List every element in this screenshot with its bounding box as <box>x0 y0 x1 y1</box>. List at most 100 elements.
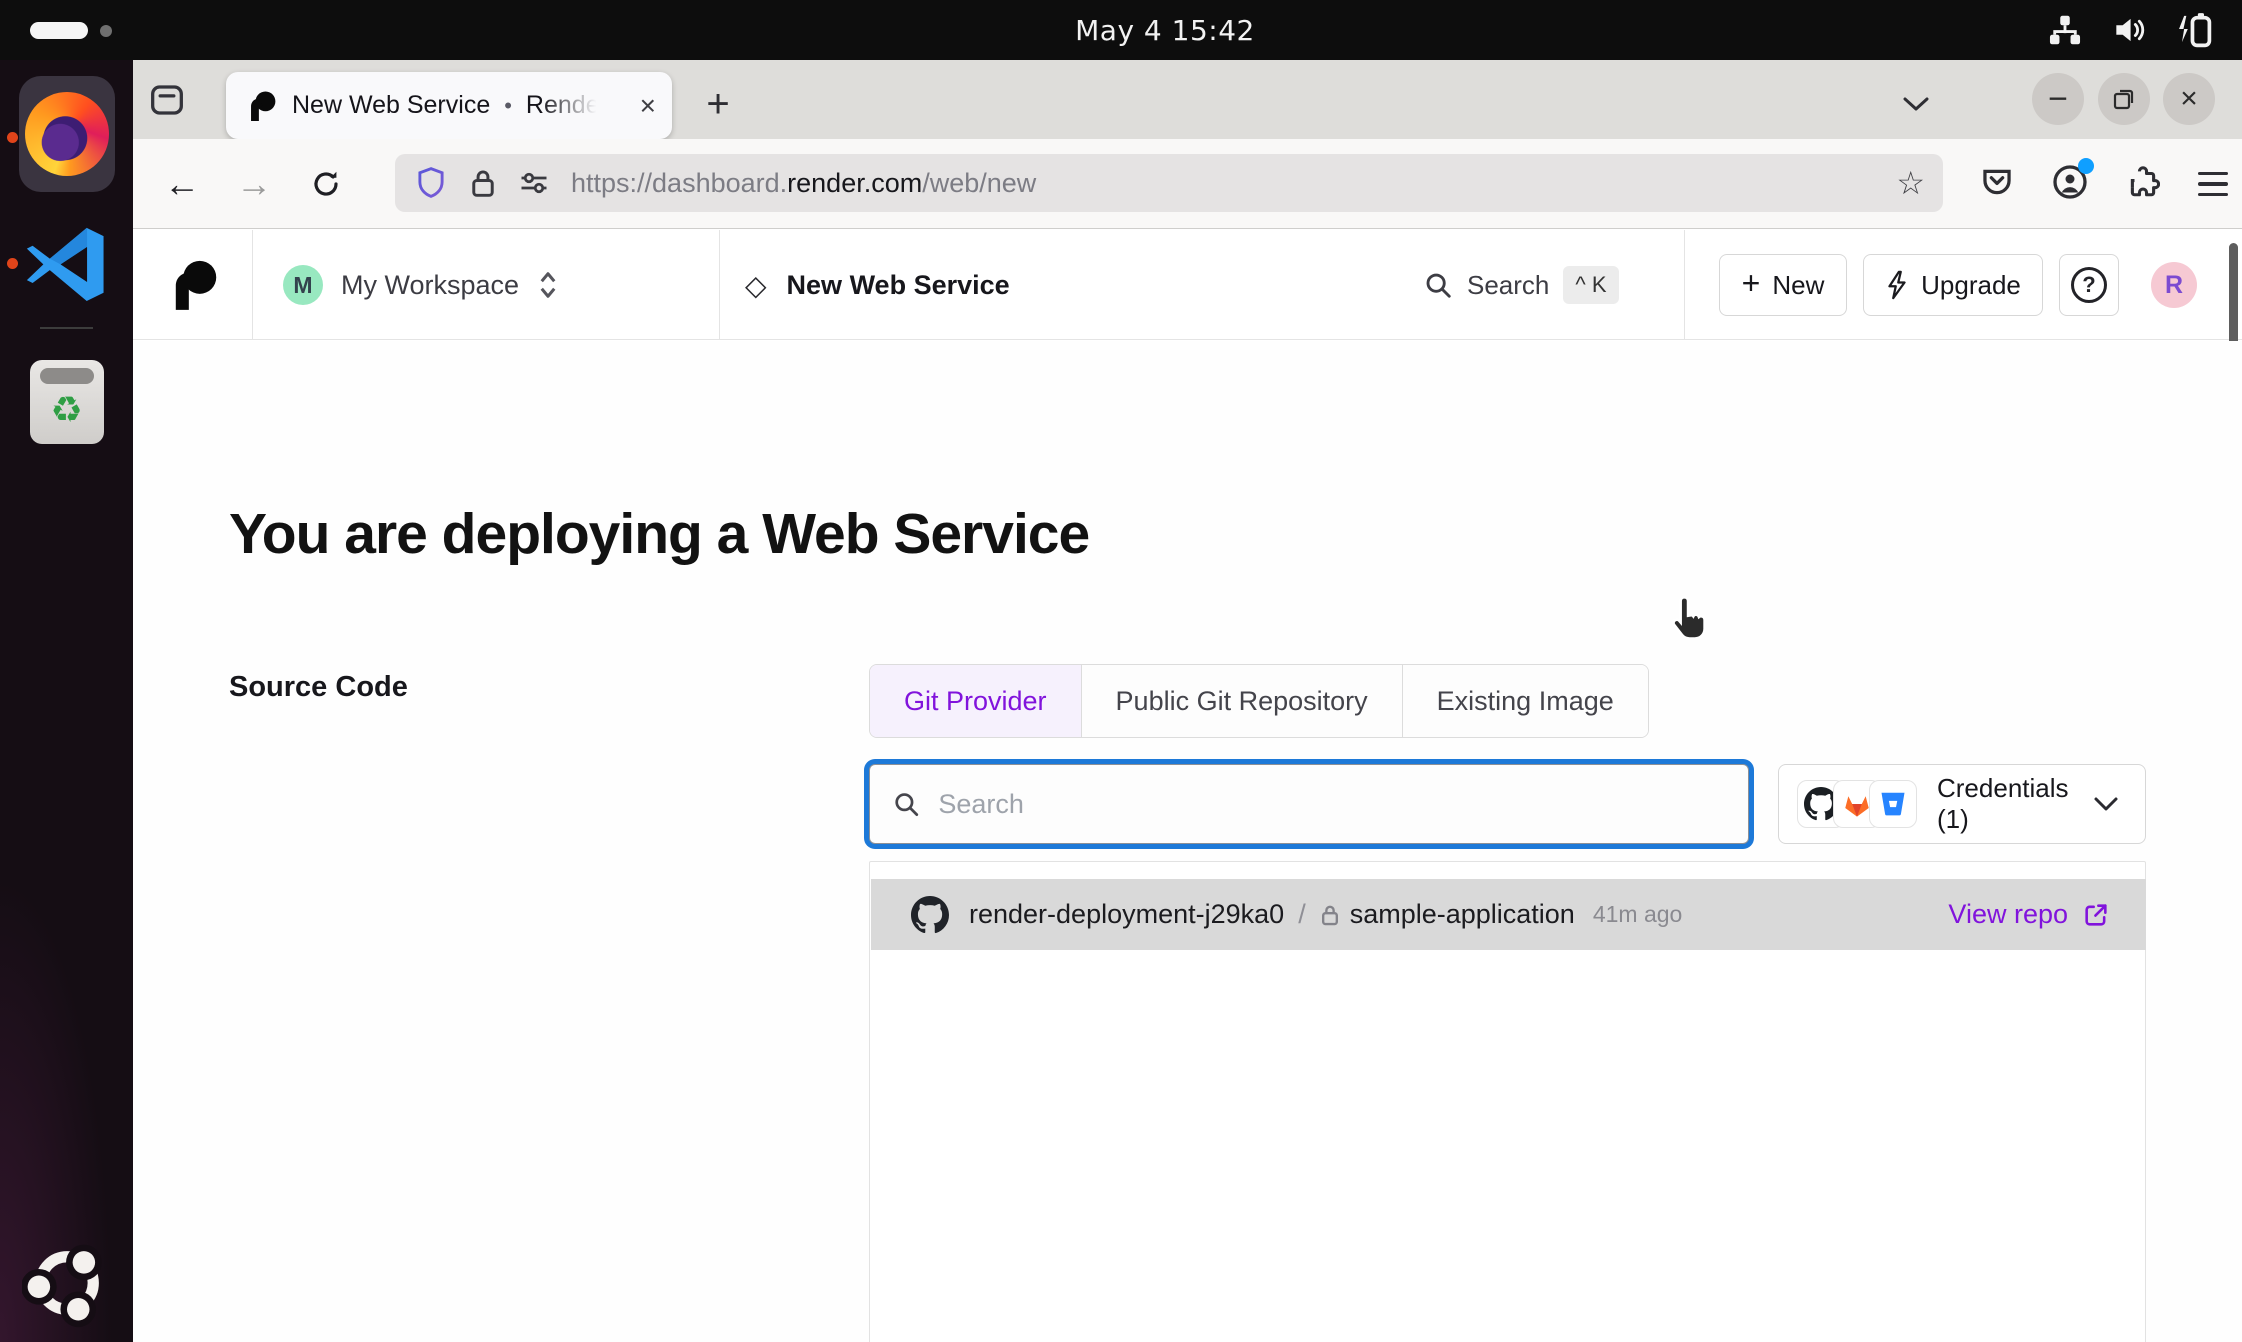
lock-icon[interactable] <box>469 167 497 199</box>
repo-list-panel: render-deployment-j29ka0 / sample-applic… <box>869 861 2146 1342</box>
search-label: Search <box>1467 270 1549 301</box>
render-favicon <box>248 91 276 121</box>
dock-item-firefox[interactable] <box>0 74 133 194</box>
user-avatar[interactable]: R <box>2151 262 2197 308</box>
search-shortcut-badge: ^ K <box>1563 266 1618 304</box>
firefox-view-button[interactable] <box>141 78 193 122</box>
firefox-icon <box>25 92 109 176</box>
question-icon: ? <box>2071 267 2107 303</box>
list-all-tabs-button[interactable] <box>1889 82 1943 126</box>
new-tab-button[interactable]: + <box>693 80 743 128</box>
url-domain: render.com <box>787 168 922 198</box>
vscode-icon <box>24 225 110 311</box>
account-notification-dot <box>2078 158 2094 174</box>
repo-owner: render-deployment-j29ka0 <box>969 899 1284 930</box>
reload-button[interactable] <box>299 157 353 211</box>
dock: ♻ <box>0 60 133 1342</box>
window-restore-button[interactable] <box>2098 73 2150 125</box>
url-path: /web/new <box>922 168 1036 198</box>
workspace-indicator-dot[interactable] <box>100 25 112 37</box>
repo-search-input[interactable] <box>938 789 1726 820</box>
permissions-icon[interactable] <box>519 170 549 196</box>
source-tabs: Git Provider Public Git Repository Exist… <box>869 664 1649 738</box>
screen: May 4 15:42 <box>0 0 2242 1342</box>
credentials-label: Credentials (1) <box>1937 773 2093 835</box>
menu-icon[interactable] <box>2198 172 2228 197</box>
external-link-icon <box>2082 901 2110 929</box>
breadcrumb: ◇ New Web Service <box>745 254 1010 316</box>
volume-icon[interactable] <box>2110 11 2148 49</box>
extensions-icon[interactable] <box>2126 165 2160 204</box>
chevron-down-icon <box>2093 796 2119 812</box>
repo-name: sample-application <box>1350 899 1575 930</box>
vscode-running-dot <box>7 258 18 269</box>
nav-right-icons <box>1980 157 2228 211</box>
window-close-button[interactable]: × <box>2163 73 2215 125</box>
dock-item-vscode[interactable] <box>0 218 133 318</box>
network-icon[interactable] <box>2046 11 2084 49</box>
trash-lid <box>40 368 94 384</box>
repo-row[interactable]: render-deployment-j29ka0 / sample-applic… <box>871 879 2146 950</box>
workspace-name: My Workspace <box>341 270 519 301</box>
new-button[interactable]: + New <box>1719 254 1847 316</box>
browser-tab-active[interactable]: New Web Service • Render × <box>226 72 672 139</box>
private-repo-lock-icon <box>1320 903 1340 927</box>
tab-existing-image[interactable]: Existing Image <box>1403 665 1648 737</box>
repo-search-field[interactable] <box>869 764 1749 844</box>
activities-indicator[interactable] <box>30 22 88 39</box>
page-heading: You are deploying a Web Service <box>229 501 1089 567</box>
back-button[interactable]: ← <box>155 157 209 211</box>
bookmark-star-icon[interactable]: ☆ <box>1896 164 1925 202</box>
credentials-dropdown[interactable]: Credentials (1) <box>1778 764 2146 844</box>
header-divider <box>1684 230 1685 340</box>
tab-close-button[interactable]: × <box>640 92 656 120</box>
tab-title: New Web Service • Render <box>292 91 636 120</box>
forward-button[interactable]: → <box>227 157 281 211</box>
dock-separator <box>40 327 93 329</box>
repo-separator: / <box>1298 899 1306 930</box>
system-clock[interactable]: May 4 15:42 <box>1020 0 1310 60</box>
firefox-active-highlight <box>19 76 115 192</box>
dock-item-trash[interactable]: ♻ <box>0 352 133 452</box>
page-content: You are deploying a Web Service Source C… <box>133 341 2242 1342</box>
window-minimize-button[interactable]: − <box>2032 73 2084 125</box>
help-button[interactable]: ? <box>2059 254 2119 316</box>
dock-item-show-apps[interactable] <box>0 1228 133 1338</box>
tab-git-provider[interactable]: Git Provider <box>870 665 1082 737</box>
bitbucket-icon <box>1869 780 1917 828</box>
firefox-running-dot <box>7 132 18 143</box>
repo-updated-time: 41m ago <box>1593 901 1949 928</box>
tab-title-suffix: Render <box>526 91 600 120</box>
trash-icon: ♻ <box>30 360 104 444</box>
pocket-icon[interactable] <box>1980 165 2014 204</box>
cursor-pointer <box>1665 593 1713 645</box>
ubuntu-logo-icon <box>22 1238 112 1328</box>
lightning-icon <box>1885 270 1909 300</box>
page-title: New Web Service <box>787 270 1010 301</box>
navigation-bar: ← → https://dashboard.render.com/web/new… <box>133 139 2242 229</box>
diamond-icon: ◇ <box>745 269 767 302</box>
plus-icon: + <box>1742 265 1761 302</box>
workspace-avatar: M <box>283 265 323 305</box>
search-icon <box>892 789 920 819</box>
view-repo-link[interactable]: View repo <box>1948 899 2110 930</box>
shield-icon[interactable] <box>415 166 447 200</box>
global-search-button[interactable]: Search ^ K <box>1423 254 1619 316</box>
sort-chevrons-icon <box>537 270 559 300</box>
account-icon[interactable] <box>2052 164 2088 205</box>
tab-public-git-repository[interactable]: Public Git Repository <box>1082 665 1403 737</box>
workspace-switcher[interactable]: M My Workspace <box>283 254 559 316</box>
render-logo[interactable] <box>171 258 217 312</box>
url-text[interactable]: https://dashboard.render.com/web/new <box>571 168 1884 199</box>
system-top-bar: May 4 15:42 <box>0 0 2242 60</box>
tab-bar: New Web Service • Render × + − × <box>133 60 2242 139</box>
search-icon <box>1423 270 1453 300</box>
upgrade-button[interactable]: Upgrade <box>1863 254 2043 316</box>
url-prefix: https://dashboard. <box>571 168 787 198</box>
url-bar[interactable]: https://dashboard.render.com/web/new ☆ <box>395 154 1943 212</box>
browser-window: New Web Service • Render × + − × ← → <box>133 60 2242 1342</box>
header-divider <box>252 230 253 340</box>
github-icon <box>911 896 949 934</box>
battery-charging-icon[interactable] <box>2174 10 2214 50</box>
system-tray[interactable] <box>2046 0 2214 60</box>
